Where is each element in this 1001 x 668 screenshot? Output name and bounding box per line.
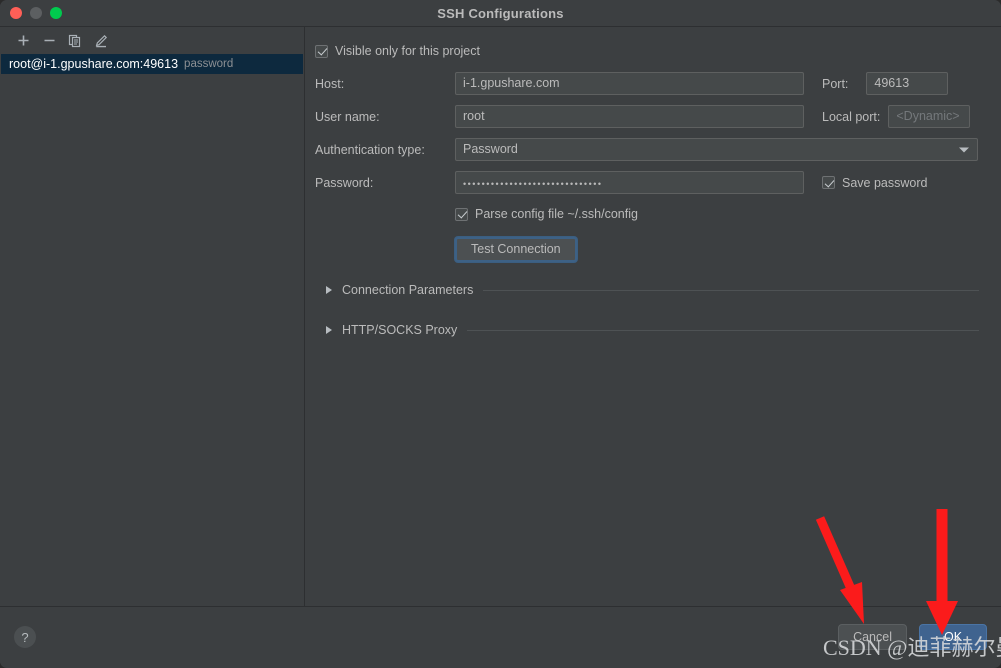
- password-input[interactable]: ••••••••••••••••••••••••••••••: [455, 171, 804, 194]
- username-row: User name: root Local port: <Dynamic>: [315, 105, 979, 128]
- list-item-auth-type: password: [184, 58, 234, 70]
- local-port-label: Local port:: [822, 109, 881, 124]
- visible-only-row: Visible only for this project: [315, 41, 979, 61]
- auth-type-label: Authentication type:: [315, 142, 425, 157]
- list-item[interactable]: root@i-1.gpushare.com:49613 password: [1, 54, 303, 74]
- window-controls: [10, 7, 62, 19]
- visible-only-checkbox[interactable]: [315, 44, 328, 58]
- parse-config-label: Parse config file ~/.ssh/config: [475, 207, 638, 221]
- chevron-down-icon: [959, 147, 969, 152]
- local-port-input[interactable]: <Dynamic>: [888, 105, 971, 128]
- footer-buttons: Cancel OK: [838, 624, 987, 650]
- list-item-label: root@i-1.gpushare.com:49613: [9, 57, 179, 71]
- chevron-right-icon: [326, 286, 332, 294]
- minimize-button[interactable]: [30, 7, 42, 19]
- password-label: Password:: [315, 175, 374, 190]
- close-button[interactable]: [10, 7, 22, 19]
- port-label: Port:: [822, 76, 849, 91]
- ok-button[interactable]: OK: [919, 624, 987, 650]
- test-connection-button[interactable]: Test Connection: [455, 236, 577, 262]
- host-row: Host: i-1.gpushare.com Port: 49613: [315, 72, 979, 95]
- test-connection-row: Test Connection: [315, 235, 979, 263]
- auth-type-value: Password: [463, 142, 518, 156]
- cancel-button[interactable]: Cancel: [838, 624, 907, 650]
- help-button[interactable]: ?: [14, 626, 36, 648]
- section-http-socks-proxy[interactable]: HTTP/SOCKS Proxy: [315, 319, 979, 341]
- title-bar: SSH Configurations: [0, 0, 1001, 27]
- host-input[interactable]: i-1.gpushare.com: [455, 72, 804, 95]
- auth-type-row: Authentication type: Password: [315, 138, 979, 161]
- section-connection-parameters[interactable]: Connection Parameters: [315, 279, 979, 301]
- ssh-configurations-dialog: SSH Configurations root@i-1.gpushare.com…: [0, 0, 1001, 668]
- configurations-list[interactable]: root@i-1.gpushare.com:49613 password: [0, 54, 304, 74]
- section-divider: [483, 289, 979, 291]
- username-input[interactable]: root: [455, 105, 804, 128]
- save-password-checkbox[interactable]: [822, 176, 835, 189]
- dialog-body: root@i-1.gpushare.com:49613 password Vis…: [0, 27, 1001, 606]
- section-divider: [467, 329, 979, 331]
- parse-config-row: Parse config file ~/.ssh/config: [315, 204, 979, 224]
- chevron-right-icon: [326, 326, 332, 334]
- copy-icon[interactable]: [64, 31, 86, 51]
- configurations-sidebar: root@i-1.gpushare.com:49613 password: [0, 27, 305, 606]
- port-input[interactable]: 49613: [866, 72, 949, 95]
- username-label: User name:: [315, 109, 380, 124]
- edit-pencil-icon[interactable]: [90, 31, 112, 51]
- section-http-socks-proxy-label: HTTP/SOCKS Proxy: [342, 323, 458, 337]
- auth-type-select[interactable]: Password: [455, 138, 978, 161]
- parse-config-checkbox[interactable]: [455, 207, 468, 221]
- section-connection-parameters-label: Connection Parameters: [342, 283, 474, 297]
- configuration-form: Visible only for this project Host: i-1.…: [305, 27, 1001, 606]
- remove-icon[interactable]: [38, 31, 60, 51]
- save-password-label: Save password: [842, 175, 928, 190]
- add-icon[interactable]: [12, 31, 34, 51]
- window-title: SSH Configurations: [437, 5, 564, 21]
- host-label: Host:: [315, 76, 345, 91]
- visible-only-label: Visible only for this project: [335, 44, 480, 58]
- password-row: Password: ••••••••••••••••••••••••••••••…: [315, 171, 979, 194]
- maximize-button[interactable]: [50, 7, 62, 19]
- sidebar-toolbar: [0, 27, 304, 54]
- dialog-footer: ? Cancel OK: [0, 606, 1001, 667]
